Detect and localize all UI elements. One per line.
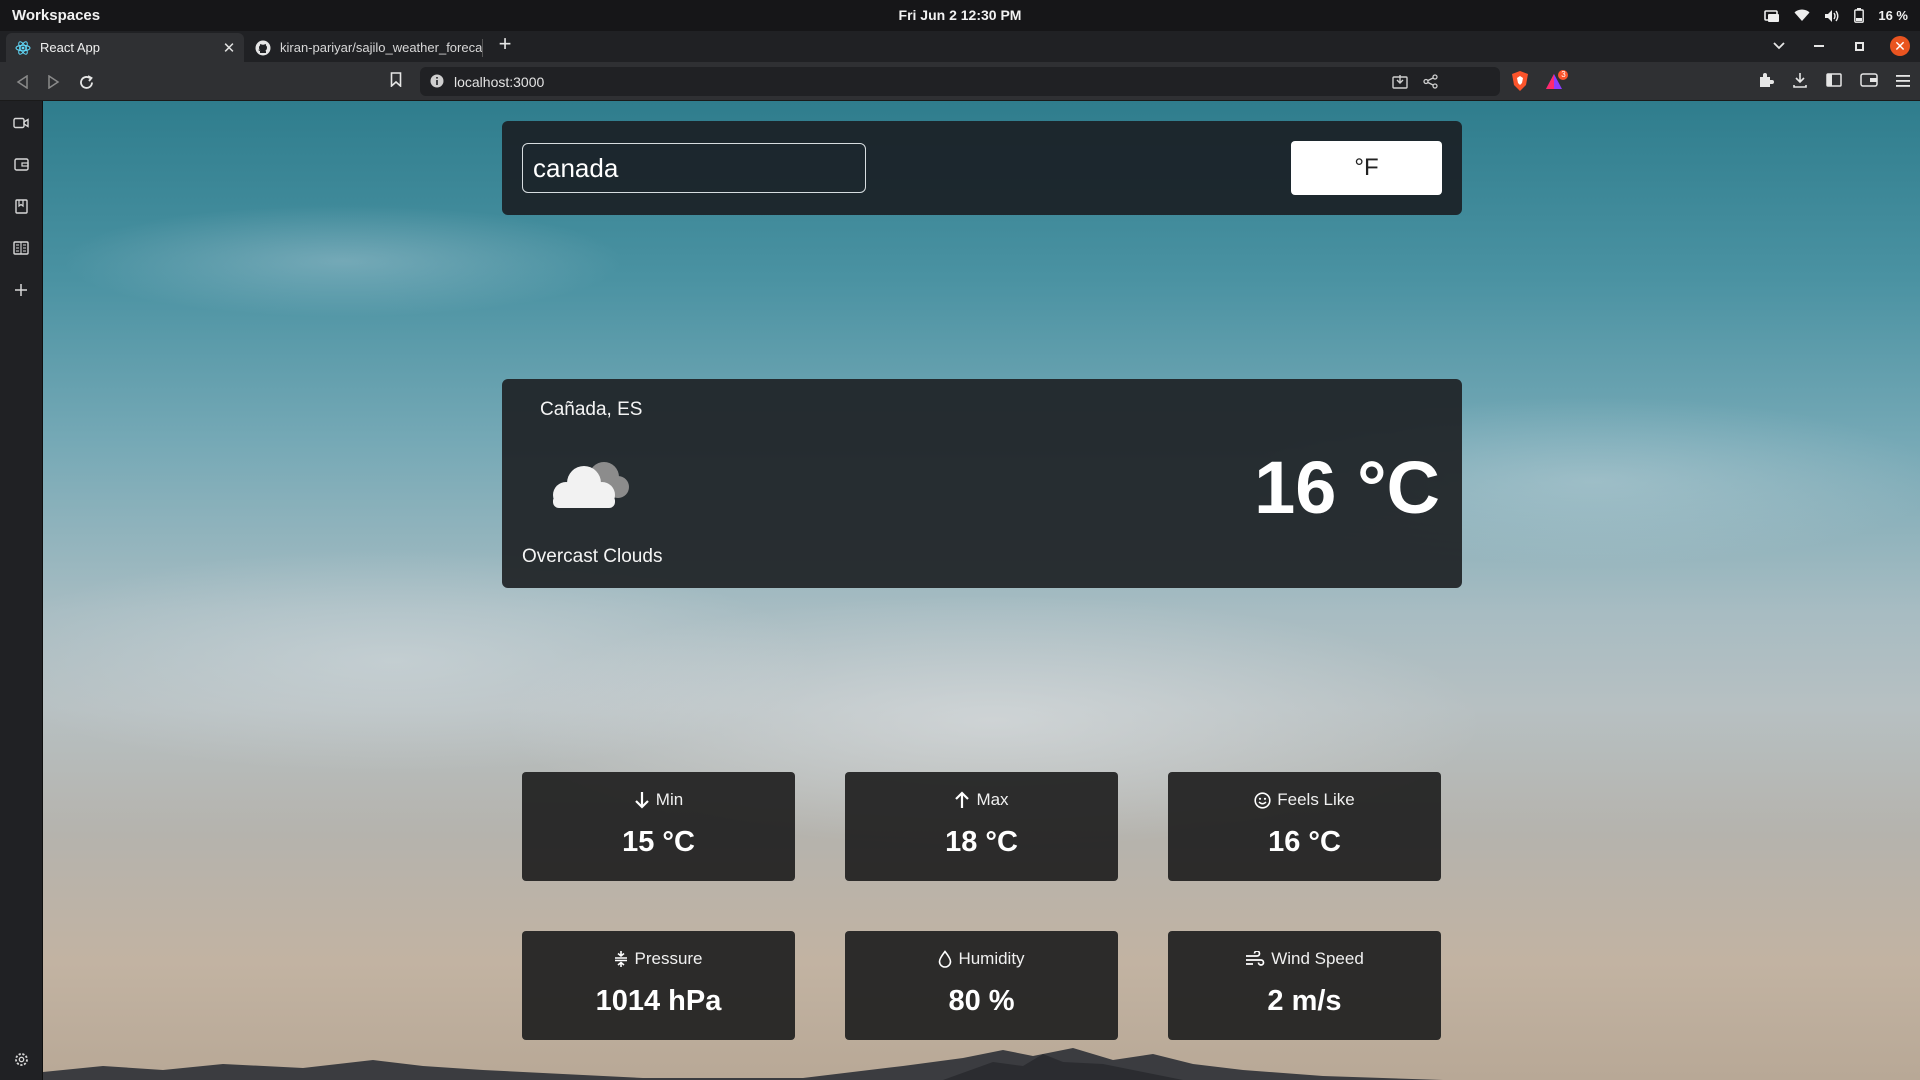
tab-react-app[interactable]: React App ✕ [6, 33, 244, 62]
stat-card-max: Max 18 °C [845, 772, 1118, 881]
current-weather-card: Cañada, ES Overcast Clouds 16 °C [502, 379, 1462, 588]
browser-tab-bar: React App ✕ kiran-pariyar/sajilo_weather… [0, 31, 1920, 62]
wifi-icon[interactable] [1794, 9, 1810, 22]
weather-description: Overcast Clouds [522, 546, 663, 567]
wind-icon [1246, 951, 1265, 966]
workspaces-button[interactable]: Workspaces [12, 7, 100, 24]
stat-label: Humidity [958, 949, 1025, 968]
stat-value: 15 °C [622, 826, 695, 858]
reload-icon[interactable] [76, 72, 96, 92]
forward-icon[interactable] [44, 72, 64, 92]
rewards-badge-count: 3 [1561, 70, 1566, 79]
stat-card-min: Min 15 °C [522, 772, 795, 881]
stat-card-feels-like: Feels Like 16 °C [1168, 772, 1441, 881]
sidebar-toggle-icon[interactable] [1826, 73, 1842, 92]
stat-value: 16 °C [1268, 826, 1341, 858]
tab-close-icon[interactable]: ✕ [218, 39, 240, 57]
clock: Fri Jun 2 12:30 PM [0, 7, 1920, 23]
brave-shield-icon[interactable] [1510, 70, 1530, 97]
menu-icon[interactable] [1896, 74, 1910, 92]
arrow-up-icon [955, 791, 970, 808]
stat-label: Max [976, 790, 1009, 809]
screen-share-icon[interactable] [1764, 9, 1780, 23]
smile-icon [1254, 791, 1271, 809]
share-icon[interactable] [1423, 74, 1438, 94]
sidebar-settings-gear-icon[interactable] [11, 1049, 31, 1069]
compress-icon [615, 951, 628, 967]
address-toolbar: localhost:3000 3 [0, 62, 1920, 101]
stat-label: Min [655, 790, 684, 809]
wallet-icon[interactable] [1860, 73, 1878, 92]
url-text: localhost:3000 [454, 74, 545, 90]
video-icon[interactable] [11, 113, 31, 133]
wallet-sidebar-icon[interactable] [11, 154, 31, 174]
github-icon [255, 40, 271, 56]
system-tray: 16 % [1764, 5, 1908, 26]
site-info-icon[interactable] [430, 74, 444, 93]
stat-label: Wind Speed [1271, 949, 1364, 968]
back-icon[interactable] [12, 72, 32, 92]
window-close-icon[interactable]: ✕ [1890, 36, 1910, 56]
bookmarks-sidebar-icon[interactable] [11, 196, 31, 216]
battery-percent: 16 % [1878, 8, 1908, 23]
minimize-icon[interactable] [1810, 37, 1828, 55]
stat-card-wind-speed: Wind Speed 2 m/s [1168, 931, 1441, 1040]
battery-icon[interactable] [1854, 8, 1865, 23]
unit-toggle-button[interactable]: °F [1291, 141, 1442, 195]
search-card: °F [502, 121, 1462, 215]
stat-value: 80 % [948, 985, 1015, 1017]
stat-value: 18 °C [945, 826, 1018, 858]
overcast-clouds-icon [553, 462, 629, 508]
add-sidebar-item-icon[interactable] [11, 280, 31, 300]
stat-value: 1014 hPa [595, 985, 722, 1017]
tab-separator [482, 39, 483, 57]
extensions-icon[interactable] [1758, 72, 1774, 93]
stat-card-humidity: Humidity 80 % [845, 931, 1118, 1040]
volume-icon[interactable] [1824, 9, 1840, 23]
brave-rewards-icon[interactable]: 3 [1544, 70, 1568, 97]
arrow-down-icon [635, 792, 649, 809]
mountain-silhouette [43, 1048, 1443, 1080]
maximize-icon[interactable] [1850, 37, 1868, 55]
window-controls: ✕ [1770, 36, 1910, 56]
os-top-bar: Workspaces Fri Jun 2 12:30 PM 16 % [0, 0, 1920, 31]
city-search-input[interactable] [522, 143, 866, 193]
clock-text[interactable]: Fri Jun 2 12:30 PM [899, 7, 1022, 23]
tab-title: React App [40, 40, 100, 55]
toolbar-right [1758, 72, 1910, 93]
city-name: Cañada, ES [540, 399, 643, 420]
new-tab-icon[interactable]: + [494, 33, 516, 56]
page-viewport: °F Cañada, ES Overcast Clouds 16 °C Min … [43, 101, 1920, 1080]
downloads-icon[interactable] [1792, 72, 1808, 93]
stat-label: Pressure [634, 949, 703, 968]
tab-github[interactable]: kiran-pariyar/sajilo_weather_forecast [246, 33, 482, 62]
reading-list-icon[interactable] [11, 238, 31, 258]
url-bar[interactable]: localhost:3000 3 [420, 67, 1568, 96]
droplet-icon [939, 950, 952, 968]
react-icon [15, 40, 31, 56]
bookmark-icon[interactable] [390, 72, 402, 92]
tab-list-chevron-down-icon[interactable] [1770, 37, 1788, 55]
stat-value: 2 m/s [1267, 985, 1342, 1017]
stat-card-pressure: Pressure 1014 hPa [522, 931, 795, 1040]
install-app-icon[interactable] [1392, 74, 1408, 94]
browser-sidebar [0, 101, 43, 1080]
stat-label: Feels Like [1277, 790, 1355, 809]
current-temperature: 16 °C [1254, 446, 1440, 529]
tab-title: kiran-pariyar/sajilo_weather_forecast [280, 40, 482, 55]
